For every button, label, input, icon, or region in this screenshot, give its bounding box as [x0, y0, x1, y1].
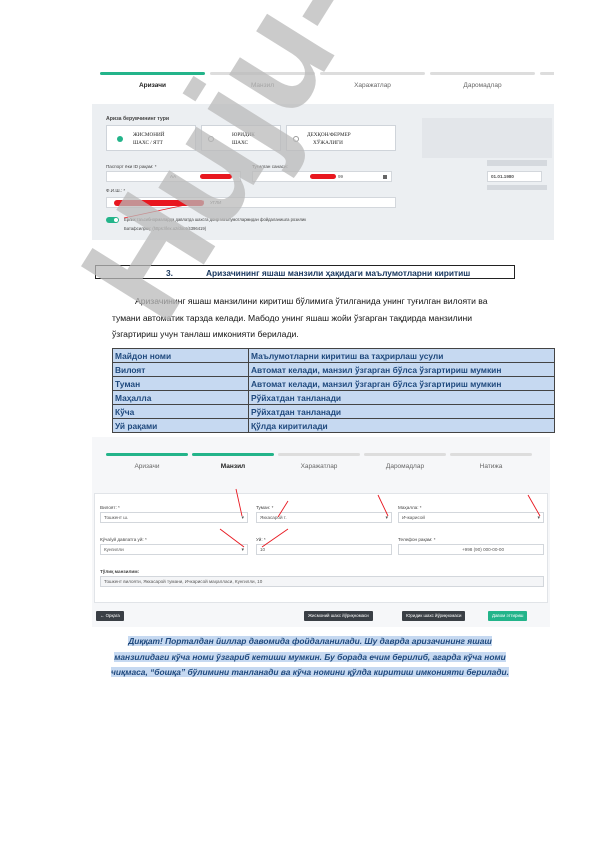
table-cell: Уй рақами	[112, 418, 249, 433]
individual-guide-button[interactable]: Жисмоний шахс йўриқномаси	[304, 611, 373, 621]
warning-note: Диққат! Порталдан йиллар давомида фойдал…	[84, 634, 536, 681]
redaction-mark	[200, 174, 232, 179]
tab-address[interactable]: Манзил	[210, 72, 315, 89]
section-number: 3.	[166, 268, 173, 278]
paragraph-line: ўзгартириш учун танлаш имконияти берилад…	[112, 329, 299, 340]
table-row: Туман Автомат келади, манзил ўзгарган бў…	[112, 376, 555, 391]
table-cell: Автомат келади, манзил ўзгарган бўлса ўз…	[248, 376, 555, 391]
next-button[interactable]: Давом эттириш	[488, 611, 528, 621]
redaction-mark	[310, 174, 336, 179]
radio-icon	[208, 136, 214, 142]
applicant-type-farmer[interactable]: ДЕХҚОН/ФЕРМЕР ХЎЖАЛИГИ	[286, 125, 396, 151]
side-field-bottom	[487, 185, 547, 190]
table-row: Уй рақами Қўлда киритилади	[112, 418, 555, 433]
tab-expenses[interactable]: Харажатлар	[320, 72, 425, 89]
table-cell: Туман	[112, 376, 249, 391]
applicant-type-line1: ЖИСМОНИЙ	[133, 132, 165, 138]
address-screenshot: Аризачи Манзил Харажатлар Даромадлар Нат…	[92, 437, 550, 627]
back-button[interactable]: ← Орқага	[96, 611, 124, 621]
table-cell: Қўлда киритилади	[248, 418, 555, 433]
applicant-type-line1: ЮРИДИК	[232, 132, 255, 138]
section-heading: 3. Аризачининг яшаш манзили ҳақидаги маъ…	[95, 265, 515, 279]
calendar-icon[interactable]	[383, 175, 387, 179]
table-cell: Вилоят	[112, 362, 249, 377]
table-header-cell: Майдон номи	[112, 348, 249, 363]
consent-link[interactable]: Батафсилроқ: (https://lex.uz/docs/439641…	[124, 226, 206, 231]
table-cell: Рўйхатдан танланади	[248, 404, 555, 419]
applicant-screenshot: Аризачи Манзил Харажатлар Даромадлар Ари…	[92, 60, 554, 242]
table-header-row: Майдон номи Маълумотларни киритиш ва таҳ…	[112, 348, 555, 363]
tab-applicant[interactable]: Аризачи	[100, 72, 205, 89]
passport-label: Паспорт ёки ID рақам: *	[106, 164, 157, 169]
birth-label: Туғилган санаси:	[252, 164, 288, 169]
note-line: манзилидаги кўча номи ўзгариб кетиши мум…	[114, 651, 506, 662]
paragraph-line: Аризачининг яшаш манзилини киритиш бўлим…	[135, 296, 488, 306]
legal-guide-button[interactable]: Юридик шахс йўриқномаси	[402, 611, 466, 621]
tab-more[interactable]	[540, 72, 554, 82]
section-title: Аризачининг яшаш манзили ҳақидаги маълум…	[206, 268, 471, 278]
table-row: Кўча Рўйхатдан танланади	[112, 404, 555, 419]
note-line: Диққат! Порталдан йиллар давомида фойдал…	[128, 636, 492, 646]
intro-paragraph: Аризачининг яшаш манзилини киритиш бўлим…	[112, 293, 552, 343]
applicant-type-legal[interactable]: ЮРИДИК ШАХС	[201, 125, 281, 151]
table-row: Маҳалла Рўйхатдан танланади	[112, 390, 555, 405]
fields-table: Майдон номи Маълумотларни киритиш ва таҳ…	[112, 348, 555, 433]
side-panel	[422, 118, 552, 158]
applicant-type-line2: ШАХС	[232, 140, 248, 146]
fio-label: Ф.И.Ш.: *	[106, 188, 126, 193]
applicant-type-individual[interactable]: ЖИСМОНИЙ ШАХС / ЯТТ	[106, 125, 196, 151]
note-line: чиқмаса, “бошқа” бўлимини танланади ва к…	[111, 667, 509, 677]
radio-icon	[293, 136, 299, 142]
applicant-type-label: Ариза берувчининг тури	[106, 116, 170, 122]
table-cell: Маҳалла	[112, 390, 249, 405]
applicant-type-line1: ДЕХҚОН/ФЕРМЕР	[307, 132, 351, 138]
red-arrows	[219, 488, 541, 548]
red-arrow	[123, 200, 205, 219]
side-field-top	[487, 160, 547, 166]
paragraph-line: тумани автоматик тарзда келади. Мабодо у…	[112, 312, 473, 323]
applicant-type-line2: ХЎЖАЛИГИ	[313, 140, 343, 146]
table-cell: Автомат келади, манзил ўзгарган бўлса ўз…	[248, 362, 555, 377]
date-field[interactable]: 01.01.1980	[487, 171, 542, 182]
table-header-cell: Маълумотларни киритиш ва таҳрирлаш усули	[248, 348, 555, 363]
table-cell: Кўча	[112, 404, 249, 419]
applicant-type-line2: ШАХС / ЯТТ	[133, 140, 163, 146]
radio-selected-icon	[117, 136, 123, 142]
table-cell: Рўйхатдан танланади	[248, 390, 555, 405]
table-row: Вилоят Автомат келади, манзил ўзгарган б…	[112, 362, 555, 377]
tab-income[interactable]: Даромадлар	[430, 72, 535, 89]
